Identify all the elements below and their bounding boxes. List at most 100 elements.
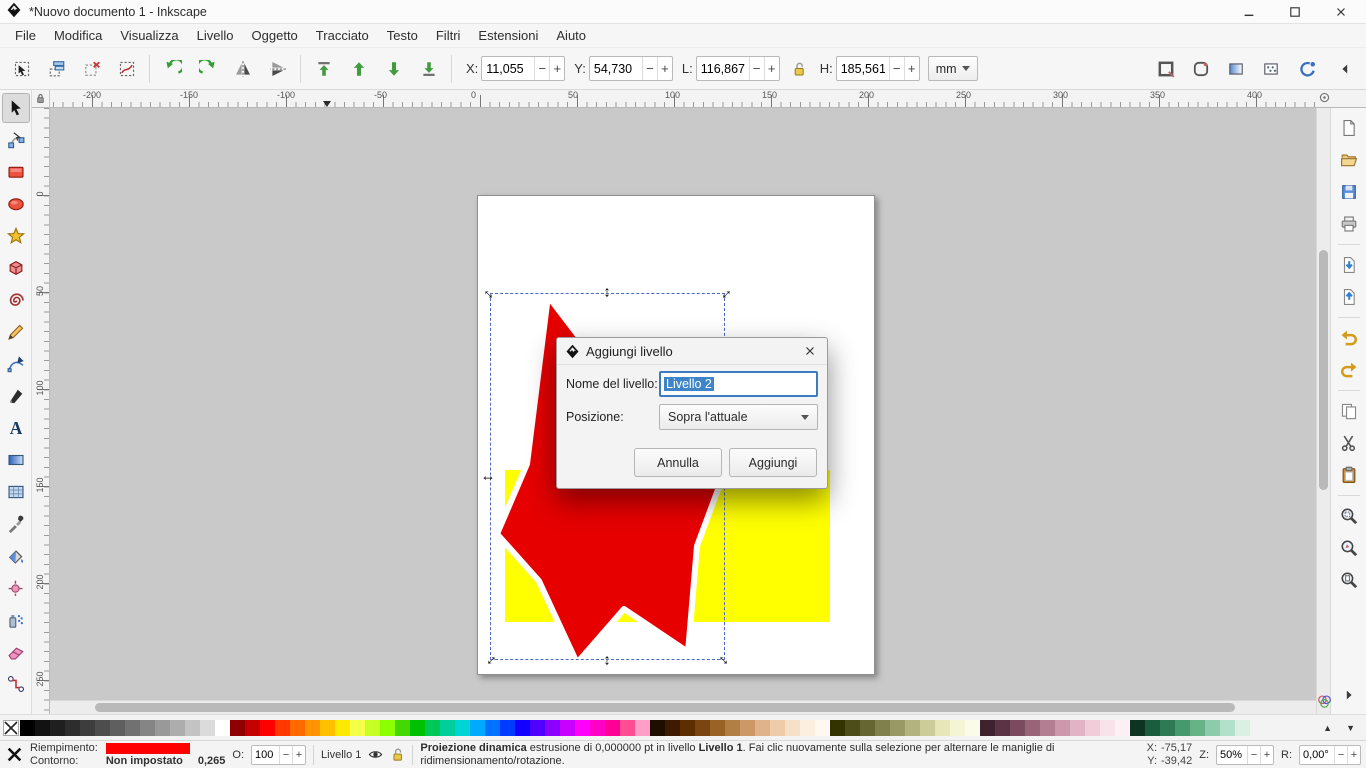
dialog-close-button[interactable] xyxy=(801,342,819,360)
fill-color-swatch[interactable] xyxy=(106,743,190,754)
palette-swatch[interactable] xyxy=(1115,720,1130,736)
palette-swatch[interactable] xyxy=(875,720,890,736)
palette-swatch[interactable] xyxy=(980,720,995,736)
vertical-scrollbar-thumb[interactable] xyxy=(1319,250,1328,490)
palette-swatch[interactable] xyxy=(170,720,185,736)
tool-star[interactable] xyxy=(2,221,30,251)
palette-swatch[interactable] xyxy=(1160,720,1175,736)
vertical-ruler[interactable]: 050100150200250 xyxy=(32,108,50,714)
tool-tweak[interactable] xyxy=(2,573,30,603)
move-gradients-button[interactable] xyxy=(1218,52,1253,86)
horizontal-scrollbar-thumb[interactable] xyxy=(95,703,1235,712)
palette-swatch[interactable] xyxy=(545,720,560,736)
palette-swatch[interactable] xyxy=(470,720,485,736)
palette-swatch[interactable] xyxy=(890,720,905,736)
rotation-decrement-button[interactable]: − xyxy=(1334,746,1347,764)
palette-swatch[interactable] xyxy=(1235,720,1250,736)
tool-text[interactable]: A xyxy=(2,413,30,443)
selection-scale-handle[interactable]: ↔ xyxy=(481,469,496,484)
y-increment-button[interactable]: + xyxy=(657,57,672,80)
menu-visualizza[interactable]: Visualizza xyxy=(111,26,187,45)
stroke-value[interactable]: Non impostato xyxy=(106,755,190,767)
tool-eraser[interactable] xyxy=(2,637,30,667)
palette-swatch[interactable] xyxy=(665,720,680,736)
palette-swatch[interactable] xyxy=(245,720,260,736)
add-button[interactable]: Aggiungi xyxy=(729,448,817,477)
horizontal-ruler[interactable]: -200-150-100-50050100150200250300350400 xyxy=(50,90,1316,108)
palette-swatch[interactable] xyxy=(80,720,95,736)
h-increment-button[interactable]: + xyxy=(904,57,919,80)
export-button[interactable] xyxy=(1334,282,1364,312)
palette-swatch[interactable] xyxy=(110,720,125,736)
palette-swatch[interactable] xyxy=(275,720,290,736)
deselect-button[interactable] xyxy=(74,52,109,86)
palette-swatch[interactable] xyxy=(230,720,245,736)
palette-swatch[interactable] xyxy=(860,720,875,736)
palette-swatch[interactable] xyxy=(320,720,335,736)
raise-button[interactable] xyxy=(341,52,376,86)
zoom-input[interactable] xyxy=(1217,749,1247,761)
palette-swatch[interactable] xyxy=(1040,720,1055,736)
palette-swatch[interactable] xyxy=(620,720,635,736)
palette-swatch[interactable] xyxy=(20,720,35,736)
maximize-button[interactable] xyxy=(1286,3,1304,21)
zoom-drawing-button[interactable] xyxy=(1334,533,1364,563)
scale-stroke-button[interactable] xyxy=(1148,52,1183,86)
menu-livello[interactable]: Livello xyxy=(188,26,243,45)
current-layer-label[interactable]: Livello 1 xyxy=(321,749,361,761)
zoom-increment-button[interactable]: + xyxy=(1260,746,1273,764)
palette-scroll-up-icon[interactable]: ▲ xyxy=(1323,723,1332,733)
no-color-indicator[interactable] xyxy=(5,746,23,764)
palette-swatch[interactable] xyxy=(800,720,815,736)
tool-node-editor[interactable] xyxy=(2,125,30,155)
menu-testo[interactable]: Testo xyxy=(378,26,427,45)
palette-swatch[interactable] xyxy=(50,720,65,736)
w-input[interactable] xyxy=(697,57,749,80)
redo-button[interactable] xyxy=(1334,355,1364,385)
close-button[interactable] xyxy=(1332,3,1350,21)
palette-swatch[interactable] xyxy=(410,720,425,736)
palette-swatch[interactable] xyxy=(635,720,650,736)
tool-calligraphy[interactable] xyxy=(2,381,30,411)
tool-ellipse[interactable] xyxy=(2,189,30,219)
palette-swatch[interactable] xyxy=(725,720,740,736)
palette-swatch[interactable] xyxy=(95,720,110,736)
rotation-increment-button[interactable]: + xyxy=(1347,746,1360,764)
palette-swatch[interactable] xyxy=(350,720,365,736)
zoom-decrement-button[interactable]: − xyxy=(1247,746,1260,764)
layer-visibility-eye-icon[interactable] xyxy=(368,747,383,762)
palette-swatch[interactable] xyxy=(125,720,140,736)
commands-expand-button[interactable] xyxy=(1334,680,1364,710)
rotate-cw-button[interactable] xyxy=(190,52,225,86)
palette-swatch[interactable] xyxy=(995,720,1010,736)
palette-swatch[interactable] xyxy=(485,720,500,736)
tool-pencil[interactable] xyxy=(2,317,30,347)
palette-swatch[interactable] xyxy=(200,720,215,736)
undo-button[interactable] xyxy=(1334,323,1364,353)
palette-swatch-none[interactable] xyxy=(3,720,19,736)
import-button[interactable] xyxy=(1334,250,1364,280)
menu-modifica[interactable]: Modifica xyxy=(45,26,111,45)
palette-swatch[interactable] xyxy=(755,720,770,736)
palette-swatch[interactable] xyxy=(1055,720,1070,736)
snap-rotation-center-button[interactable] xyxy=(1290,52,1325,86)
menu-tracciato[interactable]: Tracciato xyxy=(307,26,378,45)
x-increment-button[interactable]: + xyxy=(549,57,564,80)
color-management-icon[interactable] xyxy=(1317,694,1332,712)
opacity-decrement-button[interactable]: − xyxy=(279,746,292,764)
palette-swatch[interactable] xyxy=(1085,720,1100,736)
palette-swatch[interactable] xyxy=(650,720,665,736)
tool-dropper[interactable] xyxy=(2,509,30,539)
tool-bezier[interactable] xyxy=(2,349,30,379)
paste-button[interactable] xyxy=(1334,460,1364,490)
palette-swatch[interactable] xyxy=(440,720,455,736)
duplicate-button[interactable] xyxy=(1334,396,1364,426)
palette-swatch[interactable] xyxy=(845,720,860,736)
palette-swatch[interactable] xyxy=(1100,720,1115,736)
palette-swatch[interactable] xyxy=(785,720,800,736)
palette-swatch[interactable] xyxy=(1070,720,1085,736)
tool-rectangle[interactable] xyxy=(2,157,30,187)
tool-box-3d[interactable] xyxy=(2,253,30,283)
palette-swatch[interactable] xyxy=(1025,720,1040,736)
palette-swatch[interactable] xyxy=(380,720,395,736)
